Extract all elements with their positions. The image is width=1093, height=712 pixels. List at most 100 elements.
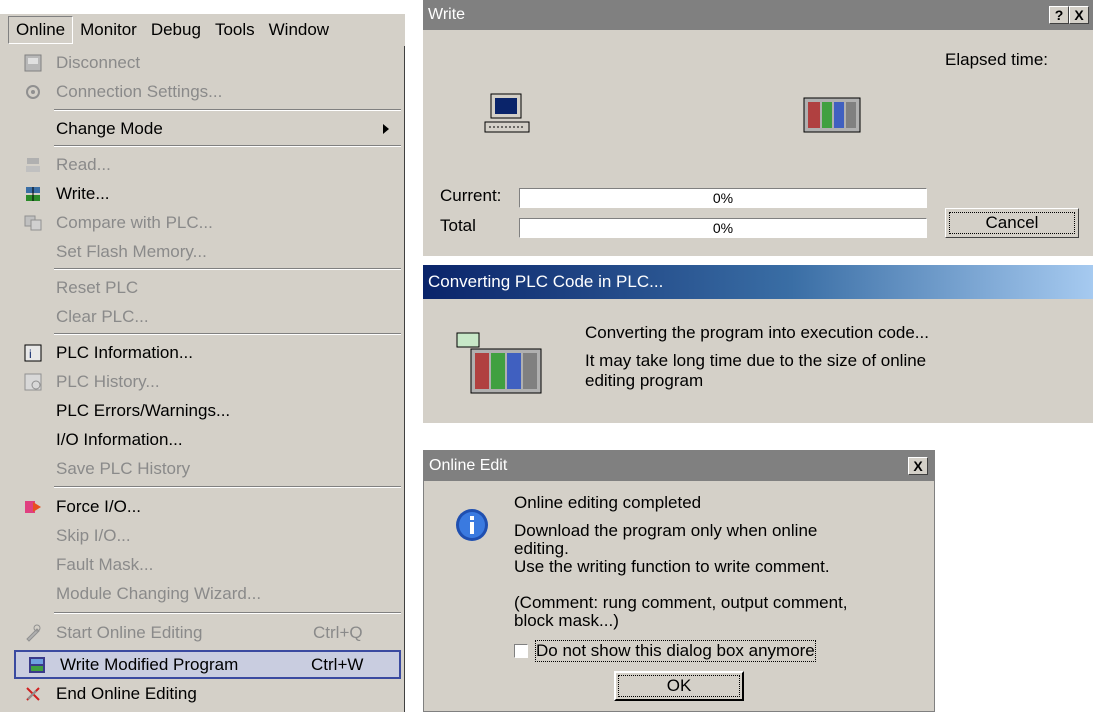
menu-separator (54, 109, 401, 111)
disconnect-icon (10, 48, 56, 77)
menu-item-start-online-editing[interactable]: Start Online Editing Ctrl+Q (10, 618, 403, 647)
menu-window[interactable]: Window (262, 17, 336, 43)
plc-history-icon (10, 367, 56, 396)
menu-item-label: Fault Mask... (56, 554, 154, 574)
ok-button[interactable]: OK (614, 671, 744, 701)
menu-item-end-online-editing[interactable]: End Online Editing (10, 679, 403, 708)
dont-show-checkbox[interactable] (514, 644, 528, 658)
write-icon (10, 179, 56, 208)
end-online-editing-icon (10, 679, 56, 708)
background-strip (0, 46, 10, 712)
connection-settings-icon (10, 77, 56, 106)
menu-item-change-mode[interactable]: Change Mode (10, 114, 403, 143)
menu-item-skip-io[interactable]: Skip I/O... (10, 521, 403, 550)
menu-item-label: Save PLC History (56, 458, 191, 478)
dialog-title: Converting PLC Code in PLC... (428, 272, 664, 291)
menu-item-label: Write Modified Program (60, 654, 239, 674)
menu-debug[interactable]: Debug (144, 17, 208, 43)
ok-label: OK (666, 676, 692, 695)
menu-item-module-changing-wizard[interactable]: Module Changing Wizard... (10, 579, 403, 608)
menu-item-shortcut: Ctrl+W (311, 654, 364, 674)
menu-item-shortcut: Ctrl+Q (313, 622, 363, 642)
total-label: Total (440, 216, 476, 235)
compare-icon (10, 208, 56, 237)
menu-item-label: Write... (56, 183, 110, 203)
menu-item-label: Reset PLC (56, 277, 139, 297)
start-online-editing-icon (10, 618, 56, 647)
menu-item-write-modified-program[interactable]: Write Modified Program Ctrl+W (14, 650, 401, 679)
dont-show-checkbox-row[interactable]: Do not show this dialog box anymore (514, 640, 816, 662)
menu-item-label: Clear PLC... (56, 306, 149, 326)
menu-separator (54, 486, 401, 488)
converting-dialog: Converting PLC Code in PLC... Converting… (423, 265, 1093, 423)
menu-item-label: Connection Settings... (56, 81, 223, 101)
menu-item-save-plc-history[interactable]: Save PLC History (10, 454, 403, 483)
menu-item-fault-mask[interactable]: Fault Mask... (10, 550, 403, 579)
menu-monitor[interactable]: Monitor (73, 17, 144, 43)
menu-item-plc-information[interactable]: i PLC Information... (10, 338, 403, 367)
menu-item-compare[interactable]: Compare with PLC... (10, 208, 403, 237)
total-progress-value: 0% (712, 220, 734, 236)
help-button[interactable]: ? (1049, 6, 1069, 24)
online-dropdown-menu: Disconnect Connection Settings... Change… (10, 46, 405, 712)
online-edit-heading: Online editing completed (514, 493, 702, 512)
menu-item-clear-plc[interactable]: Clear PLC... (10, 302, 403, 331)
write-modified-icon (14, 650, 60, 679)
menu-item-force-io[interactable]: Force I/O... (10, 492, 403, 521)
close-button[interactable]: X (908, 457, 928, 475)
menu-item-io-information[interactable]: I/O Information... (10, 425, 403, 454)
menu-item-write[interactable]: Write... (10, 179, 403, 208)
menu-tools[interactable]: Tools (208, 17, 262, 43)
menu-item-label: I/O Information... (56, 429, 183, 449)
converting-line1: Converting the program into execution co… (585, 323, 929, 342)
menu-item-label: Set Flash Memory... (56, 241, 207, 261)
cancel-label: Cancel (985, 213, 1039, 232)
computer-icon (483, 92, 531, 141)
plc-converting-icon (455, 329, 545, 404)
online-edit-msg2: editing. (514, 539, 569, 558)
close-button[interactable]: X (1069, 6, 1089, 24)
dialog-title: Online Edit (429, 457, 508, 474)
online-edit-msg4: (Comment: rung comment, output comment, (514, 593, 848, 612)
menu-item-label: PLC Errors/Warnings... (56, 400, 231, 420)
write-dialog-titlebar: Write ? X (423, 0, 1093, 30)
converting-line3: editing program (585, 371, 704, 390)
read-icon (10, 150, 56, 179)
menu-item-label: End Online Editing (56, 683, 197, 703)
current-label: Current: (440, 186, 502, 205)
menu-item-plc-errors[interactable]: PLC Errors/Warnings... (10, 396, 403, 425)
menu-item-connection-settings[interactable]: Connection Settings... (10, 77, 403, 106)
total-progress-bar: 0% (519, 218, 927, 238)
dialog-title: Write (428, 6, 466, 23)
menu-item-reset-plc[interactable]: Reset PLC (10, 273, 403, 302)
menu-item-label: Disconnect (56, 52, 141, 72)
menu-separator (54, 145, 401, 147)
online-edit-dialog: Online Edit X Online editing completed D… (423, 450, 935, 712)
svg-text:i: i (29, 347, 32, 361)
menu-item-read[interactable]: Read... (10, 150, 403, 179)
menu-item-label: Compare with PLC... (56, 212, 213, 232)
elapsed-time-label: Elapsed time: (945, 50, 1048, 69)
plc-icon (800, 92, 864, 139)
menu-item-label: Start Online Editing (56, 622, 203, 642)
menu-item-label: PLC History... (56, 371, 160, 391)
menu-item-disconnect[interactable]: Disconnect (10, 48, 403, 77)
cancel-button[interactable]: Cancel (945, 208, 1079, 238)
online-edit-msg3: Use the writing function to write commen… (514, 557, 830, 576)
menu-bar: Online Monitor Debug Tools Window (0, 14, 405, 46)
menu-item-label: Skip I/O... (56, 525, 131, 545)
force-io-icon (10, 492, 56, 521)
menu-item-label: Module Changing Wizard... (56, 583, 262, 603)
plc-information-icon: i (10, 338, 56, 367)
menu-item-set-flash-memory[interactable]: Set Flash Memory... (10, 237, 403, 266)
dont-show-label: Do not show this dialog box anymore (535, 640, 816, 662)
current-progress-bar: 0% (519, 188, 927, 208)
menu-item-plc-history[interactable]: PLC History... (10, 367, 403, 396)
write-dialog: Write ? X Elapsed time: Current: 0% Tota… (423, 0, 1093, 256)
menu-online[interactable]: Online (8, 16, 74, 44)
info-icon (454, 507, 490, 548)
online-edit-dialog-titlebar: Online Edit X (424, 451, 934, 481)
menu-separator (54, 268, 401, 270)
online-edit-msg1: Download the program only when online (514, 521, 818, 540)
menu-item-label: Force I/O... (56, 496, 142, 516)
